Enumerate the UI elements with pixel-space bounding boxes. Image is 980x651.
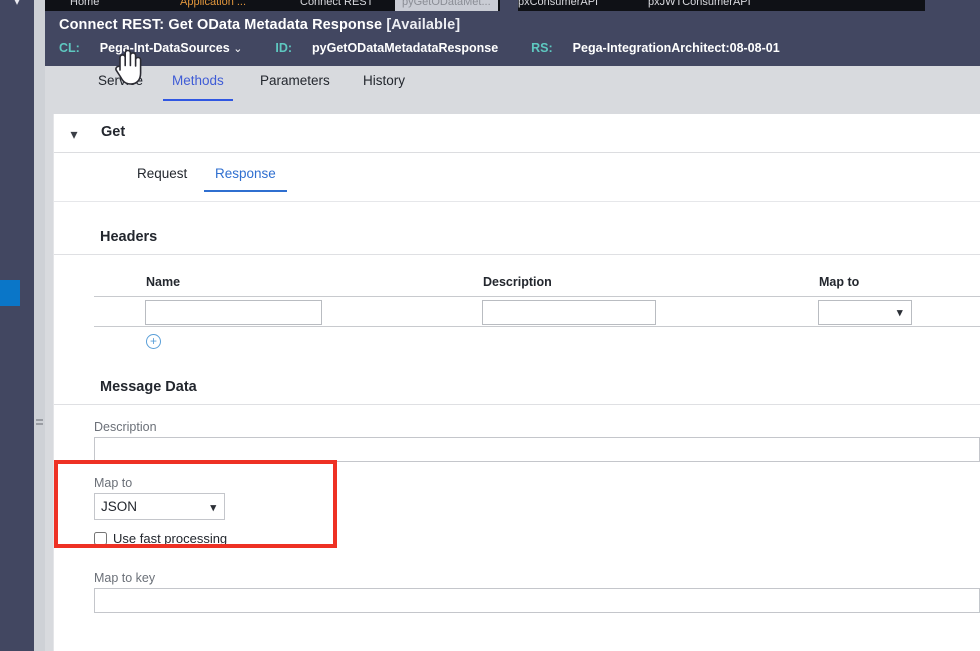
chevron-down-icon[interactable]: ▾ xyxy=(10,0,24,8)
header-name-input[interactable] xyxy=(145,300,322,325)
column-header-description: Description xyxy=(483,275,552,289)
map-to-key-group: Map to key xyxy=(94,571,980,613)
main-tab-bar[interactable]: Service Methods Parameters History xyxy=(45,66,980,102)
tab-response[interactable]: Response xyxy=(204,166,287,192)
map-to-select[interactable]: JSON xyxy=(94,493,225,520)
request-response-tabs[interactable]: Request Response xyxy=(54,166,980,202)
description-label: Description xyxy=(94,420,157,434)
panel-resize-divider[interactable] xyxy=(34,0,45,651)
use-fast-processing-label[interactable]: Use fast processing xyxy=(113,531,227,546)
map-to-key-input[interactable] xyxy=(94,588,980,613)
app-root: ▾ Home Application ... Connect REST pyGe… xyxy=(0,0,980,651)
id-value: pyGetODataMetadataResponse xyxy=(312,41,499,55)
description-input[interactable] xyxy=(94,437,980,462)
class-dropdown-caret-icon[interactable]: ⌄ xyxy=(233,43,242,55)
tab-connect-rest[interactable]: Connect REST xyxy=(300,0,373,11)
column-header-name: Name xyxy=(146,275,181,289)
fast-processing-group: Use fast processing xyxy=(94,531,980,549)
tab-methods[interactable]: Methods xyxy=(163,73,233,102)
map-to-key-label: Map to key xyxy=(94,571,156,585)
tab-application[interactable]: Application ... xyxy=(180,0,246,11)
tab-pxconsumerapi[interactable]: pxConsumerAPI xyxy=(518,0,598,11)
map-to-select-wrapper: JSON ▾ xyxy=(94,493,225,520)
subtabs-divider xyxy=(54,201,980,202)
headers-section-divider xyxy=(54,254,980,255)
add-row-area: + xyxy=(94,327,980,355)
message-data-section: Message Data Description Map to JSON ▾ U… xyxy=(54,379,980,613)
map-to-label: Map to xyxy=(94,476,133,490)
id-label: ID: xyxy=(275,41,293,55)
class-label: CL: xyxy=(59,41,80,55)
case-header: Connect REST: Get OData Metadata Respons… xyxy=(45,11,980,66)
map-to-field-group: Map to JSON ▾ xyxy=(94,476,980,520)
chevron-down-icon[interactable]: ▾ xyxy=(66,126,82,142)
headers-table: Name Description Map to ▾ + xyxy=(94,275,980,355)
tab-history[interactable]: History xyxy=(363,73,405,101)
tab-home[interactable]: Home xyxy=(70,0,99,11)
class-value[interactable]: Pega-Int-DataSources xyxy=(100,41,230,55)
description-field-group: Description xyxy=(94,420,980,462)
browser-tab-strip[interactable]: Home Application ... Connect REST pyGetO… xyxy=(45,0,980,11)
drag-handle-icon[interactable] xyxy=(36,419,43,428)
message-data-title: Message Data xyxy=(100,379,197,395)
ruleset-label: RS: xyxy=(531,41,553,55)
page-title: Connect REST: Get OData Metadata Respons… xyxy=(59,17,460,33)
tab-strip-gap xyxy=(500,0,518,11)
tab-pygetodatametadata[interactable]: pyGetODataMet... xyxy=(395,0,498,11)
tab-service[interactable]: Service xyxy=(98,73,143,101)
rail-active-indicator[interactable] xyxy=(0,280,20,306)
headers-table-header-row: Name Description Map to xyxy=(94,275,980,296)
column-header-map-to: Map to xyxy=(819,275,860,289)
header-description-input[interactable] xyxy=(482,300,656,325)
method-name: Get xyxy=(101,124,126,140)
tab-pxjwtconsumerapi[interactable]: pxJWTConsumerAPI xyxy=(648,0,751,11)
headers-section: Headers Name Description Map to ▾ + xyxy=(54,229,980,355)
header-map-to-wrapper: ▾ xyxy=(818,297,912,325)
method-card: ▾ Get Request Response Headers Name Desc… xyxy=(53,114,980,651)
page-title-text: Connect REST: Get OData Metadata Respons… xyxy=(59,17,383,33)
add-header-row-button[interactable]: + xyxy=(146,334,161,349)
left-nav-rail[interactable]: ▾ xyxy=(0,0,34,651)
tab-request[interactable]: Request xyxy=(137,166,187,192)
case-metadata: CL: Pega-Int-DataSources ⌄ ID: pyGetODat… xyxy=(59,41,780,55)
message-data-form: Description Map to JSON ▾ Use fast proce… xyxy=(54,420,980,613)
table-row: ▾ xyxy=(94,296,980,327)
tab-parameters[interactable]: Parameters xyxy=(260,73,330,101)
tab-strip-end-gap xyxy=(925,0,980,11)
headers-section-title: Headers xyxy=(100,229,158,245)
message-data-divider xyxy=(54,404,980,405)
method-card-header[interactable]: ▾ Get xyxy=(54,114,980,153)
header-map-to-select[interactable] xyxy=(818,300,912,325)
ruleset-value: Pega-IntegrationArchitect:08-08-01 xyxy=(572,41,780,55)
status-badge: [Available] xyxy=(386,17,461,33)
use-fast-processing-checkbox[interactable] xyxy=(94,532,107,545)
